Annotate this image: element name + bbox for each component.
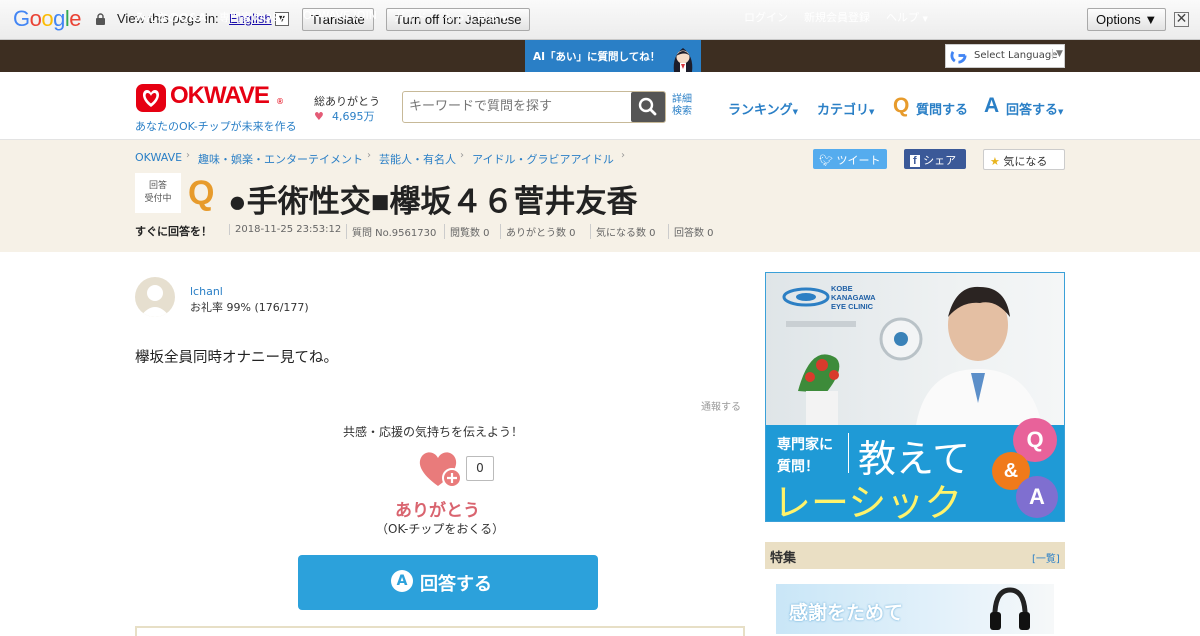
- tagline: あなたのOK-チップが未来を作る: [135, 120, 297, 133]
- search-icon: [638, 97, 657, 116]
- search-input[interactable]: [409, 99, 629, 114]
- chevron-down-icon: ▼: [1058, 108, 1064, 116]
- question-number: 質問 No.9561730: [346, 224, 436, 239]
- answer-button-label: 回答する: [420, 574, 492, 595]
- chevron-down-icon: ▼: [792, 108, 799, 116]
- okwave-logo-text[interactable]: OKWAVE: [170, 82, 270, 110]
- nav-more[interactable]: もっと見る ▼: [443, 9, 507, 25]
- ask-q-icon: Q: [893, 94, 910, 117]
- feature-section-header: [765, 542, 1065, 569]
- answer-area-frame: [135, 626, 745, 636]
- google-logo: Google: [13, 6, 82, 31]
- translate-options-button[interactable]: Options ▼: [1087, 8, 1167, 31]
- heart-icon: ♥: [314, 110, 324, 123]
- ai-banner-text: AI「あい」に質問してね！: [533, 51, 661, 63]
- nav-login[interactable]: ログイン: [744, 9, 788, 25]
- facebook-icon: f: [910, 155, 920, 167]
- cheer-prompt: 共感・応援の気持ちを伝えよう！: [343, 425, 524, 439]
- tweet-button[interactable]: 🐦︎ ツイート: [813, 149, 887, 169]
- clinic-name: KOBE KANAGAWA EYE CLINIC: [831, 284, 876, 311]
- nav-category[interactable]: カテゴリ▼: [817, 99, 874, 118]
- thanks-rate: お礼率 99% (176/177): [190, 301, 309, 314]
- lock-icon: [96, 13, 105, 25]
- question-date: 2018-11-25 23:53:12: [229, 224, 341, 235]
- select-language-label: Select Language: [974, 50, 1058, 61]
- nav-minna-qa[interactable]: みんなのQ&A: [135, 9, 206, 25]
- nav-expert-qa[interactable]: 専門家のQ&A: [219, 9, 288, 25]
- nav-register[interactable]: 新規会員登録: [804, 9, 870, 25]
- registered-mark: ®: [276, 97, 284, 106]
- chevron-down-icon: ▼: [922, 15, 928, 23]
- breadcrumb-okwave[interactable]: OKWAVE: [135, 151, 182, 164]
- answer-count: 回答数 0: [668, 224, 714, 239]
- breadcrumb-idol[interactable]: アイドル・グラビアアイドル: [472, 151, 614, 167]
- facebook-share-button[interactable]: f シェア: [904, 149, 966, 169]
- total-thanks-label: 総ありがとう: [314, 95, 380, 108]
- twitter-icon: 🐦︎: [819, 154, 833, 167]
- user-avatar-icon: [140, 285, 170, 317]
- nav-answer[interactable]: 回答する▼: [1006, 99, 1063, 118]
- status-badge: 回答 受付中: [135, 173, 181, 213]
- answer-a-icon: A: [984, 94, 1000, 117]
- watch-count: 気になる数 0: [590, 224, 656, 239]
- avatar[interactable]: [135, 277, 175, 317]
- thanks-button-label[interactable]: ありがとう: [395, 496, 480, 521]
- detailed-search-link[interactable]: 詳細検索: [672, 94, 696, 118]
- search-button[interactable]: [631, 92, 665, 122]
- view-count: 閲覧数 0: [444, 224, 490, 239]
- thanks-counter: 0: [466, 456, 494, 481]
- google-g-icon: [950, 47, 967, 64]
- ad-divider: [848, 433, 849, 473]
- breadcrumb-chevron-icon: ›: [621, 150, 625, 161]
- question-author-name[interactable]: lchanl: [190, 285, 223, 298]
- thanks-count: ありがとう数 0: [500, 224, 576, 239]
- feature-title: 特集: [770, 551, 797, 566]
- nav-ranking[interactable]: ランキング▼: [728, 99, 798, 118]
- headphones-image: [990, 587, 1030, 630]
- chevron-down-icon: ▼: [1052, 49, 1063, 59]
- a-bubble-icon: A: [1016, 476, 1058, 518]
- watch-button[interactable]: ★ 気になる: [983, 149, 1065, 170]
- total-thanks-count: 4,695万: [332, 110, 375, 123]
- feature-banner-text: 感謝をためて: [789, 602, 904, 624]
- star-icon: ★: [990, 155, 1000, 168]
- breadcrumb-celebrity[interactable]: 芸能人・有名人: [379, 151, 456, 167]
- breadcrumb-chevron-icon: ›: [186, 150, 190, 161]
- report-link[interactable]: 通報する: [701, 398, 741, 413]
- breadcrumb-hobby[interactable]: 趣味・娯楽・エンターテイメント: [198, 151, 363, 167]
- ai-character-icon: [673, 48, 693, 72]
- breadcrumb-chevron-icon: ›: [460, 150, 464, 161]
- chevron-down-icon: ▼: [501, 15, 507, 23]
- question-title: ●手術性交■欅坂４６菅井友香: [228, 184, 638, 219]
- nav-okwave-join[interactable]: OKWAVE JOIN: [303, 9, 377, 22]
- chevron-down-icon: ▼: [869, 108, 875, 116]
- question-body: 欅坂全員同時オナニー見てね。: [135, 350, 338, 366]
- ad-headline-lasik: レーシック: [773, 481, 963, 525]
- doctor-photo-image: [782, 286, 1042, 425]
- nav-guide[interactable]: ガイド: [394, 9, 427, 25]
- answer-a-icon: A: [391, 570, 413, 592]
- okwave-heart-logo-icon[interactable]: [136, 84, 166, 112]
- feature-list-link[interactable]: [一覧]: [1032, 550, 1060, 565]
- close-icon[interactable]: ✕: [1174, 12, 1189, 27]
- nav-help[interactable]: ヘルプ ▼: [886, 9, 928, 25]
- answer-now-prompt: すぐに回答を！: [135, 225, 212, 238]
- breadcrumb-chevron-icon: ›: [367, 150, 371, 161]
- nav-ask-question[interactable]: 質問する: [916, 99, 968, 118]
- thanks-heart-plus-icon[interactable]: [417, 449, 463, 489]
- ok-chip-label: （OK-チップをおくる）: [376, 522, 505, 536]
- question-q-icon: Q: [188, 174, 215, 212]
